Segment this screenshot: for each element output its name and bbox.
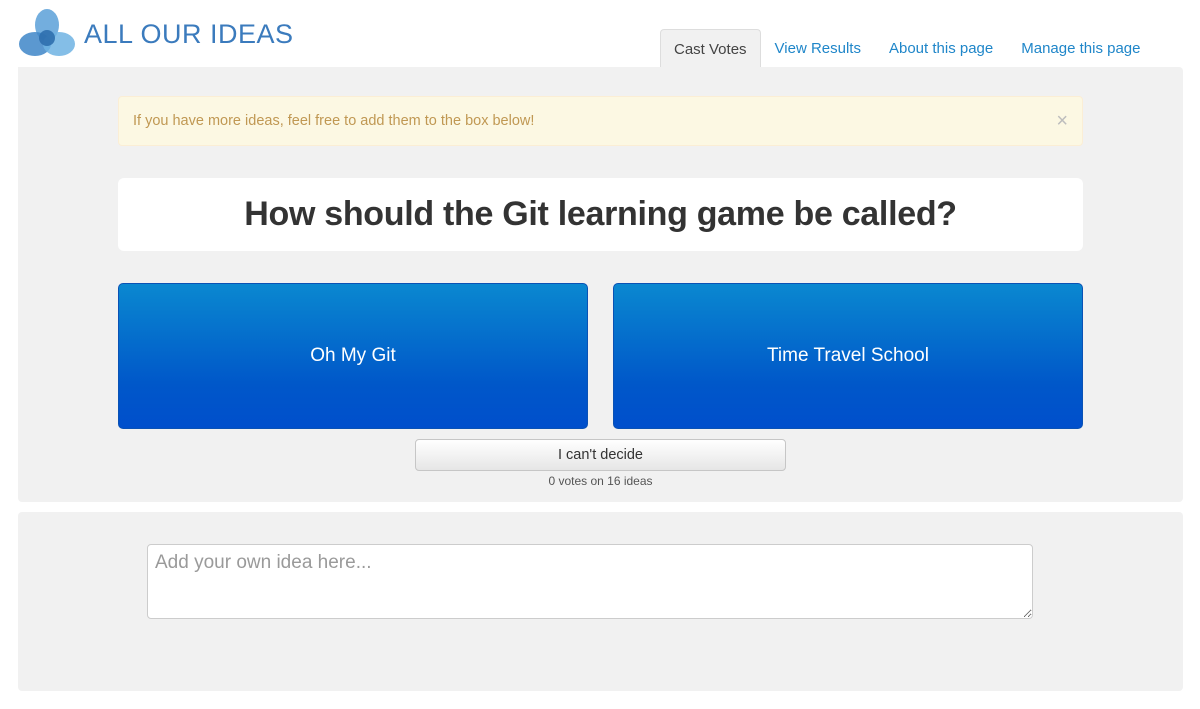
nav-tabs: Cast Votes View Results About this page … xyxy=(660,29,1155,68)
logo-text: ALL OUR IDEAS xyxy=(84,18,294,49)
tab-manage-this-page[interactable]: Manage this page xyxy=(1007,29,1154,68)
add-idea-input[interactable] xyxy=(147,544,1033,619)
cant-decide-button[interactable]: I can't decide xyxy=(415,439,786,471)
tab-cast-votes[interactable]: Cast Votes xyxy=(660,29,761,68)
trefoil-logo-icon xyxy=(18,8,76,60)
close-icon[interactable]: × xyxy=(1056,111,1068,131)
vote-count: 0 votes on 16 ideas xyxy=(548,474,653,488)
tab-about-this-page[interactable]: About this page xyxy=(875,29,1007,68)
add-idea-panel xyxy=(18,512,1183,691)
vote-panel: If you have more ideas, feel free to add… xyxy=(18,67,1183,502)
choice-left-button[interactable]: Oh My Git xyxy=(118,283,588,429)
tab-view-results[interactable]: View Results xyxy=(761,29,875,68)
page: ALL OUR IDEAS Cast Votes View Results Ab… xyxy=(0,0,1200,709)
info-alert: If you have more ideas, feel free to add… xyxy=(118,96,1083,146)
site-logo[interactable]: ALL OUR IDEAS xyxy=(18,8,294,60)
question-title: How should the Git learning game be call… xyxy=(244,195,957,233)
question-box: How should the Git learning game be call… xyxy=(118,178,1083,251)
alert-message: If you have more ideas, feel free to add… xyxy=(133,113,535,129)
choice-right-button[interactable]: Time Travel School xyxy=(613,283,1083,429)
